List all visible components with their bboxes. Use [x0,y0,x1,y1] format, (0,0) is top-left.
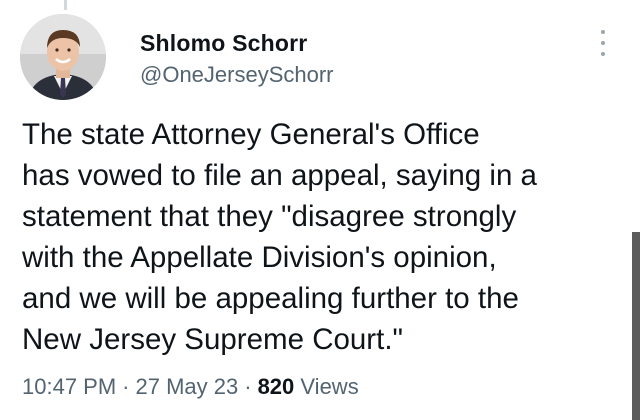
author-display-name[interactable]: Shlomo Schorr [140,30,307,57]
meta-separator: · [122,374,130,399]
more-dot [601,41,605,45]
tweet-meta: 10:47 PM · 27 May 23 · 820 Views [22,374,359,400]
author-handle[interactable]: @OneJerseySchorr [140,62,334,88]
tweet-card: Shlomo Schorr @OneJerseySchorr The state… [0,0,640,420]
more-vertical-icon[interactable] [596,30,610,56]
tweet-text-line: The state Attorney General's Office [22,118,480,151]
tweet-time[interactable]: 10:47 PM [22,374,116,399]
tweet-text-line: has vowed to file an appeal, saying in a [22,159,537,192]
meta-separator: · [244,374,252,399]
tweet-text-line: statement that they "disagree strongly [22,200,517,233]
tweet-date[interactable]: 27 May 23 [136,374,239,399]
tweet-text: The state Attorney General's Office has … [22,114,622,360]
views-label[interactable]: Views [300,374,358,399]
tweet-text-line: and we will be appealing further to the [22,282,519,315]
scrollbar[interactable] [632,232,640,420]
more-dot [601,52,605,56]
views-count[interactable]: 820 [258,374,295,399]
avatar-portrait [20,14,106,100]
tweet-text-line: with the Appellate Division's opinion, [22,241,497,274]
thread-connector-line [64,0,67,10]
more-dot [601,30,605,34]
avatar[interactable] [20,14,106,100]
tweet-text-line: New Jersey Supreme Court." [22,323,403,356]
